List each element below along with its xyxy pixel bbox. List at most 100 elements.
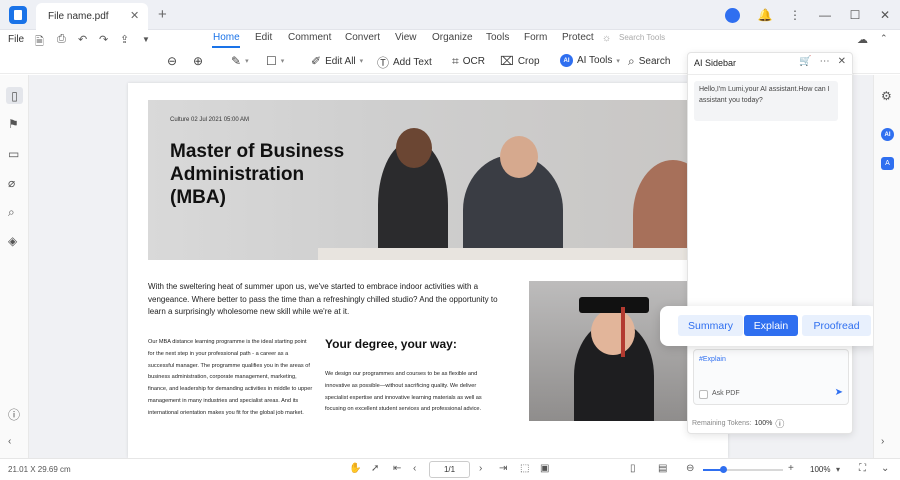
avatar[interactable]	[725, 7, 740, 23]
proofread-button[interactable]: Proofread	[802, 315, 871, 336]
remaining-tokens: Remaining Tokens: 100% ⓘ	[692, 417, 784, 430]
zoom-slider-handle[interactable]	[720, 466, 727, 473]
explain-button[interactable]: Explain	[744, 315, 798, 336]
ai-sidebar-panel: AI Sidebar 🛒 ⋯ ✕ Hello,I'm Lumi,your AI …	[687, 52, 854, 434]
help-icon[interactable]: ⓘ	[775, 417, 784, 430]
left-column-text: Our MBA distance learning programme is t…	[148, 339, 313, 416]
attachment-icon[interactable]: ⌀	[8, 176, 15, 190]
rectangle-icon: ☐	[266, 54, 277, 68]
first-page-icon[interactable]: ⇤	[393, 463, 401, 474]
send-icon[interactable]: ➤	[835, 387, 843, 398]
share-icon[interactable]: ⇪	[120, 33, 129, 46]
fit-page-icon[interactable]: ▣	[540, 463, 549, 474]
document-tab-label: File name.pdf	[48, 11, 109, 22]
translate-icon[interactable]: A	[881, 157, 894, 170]
highlight-button[interactable]: ✎ ▾	[231, 54, 249, 68]
page-number-input[interactable]: 1/1	[429, 461, 470, 478]
layers-icon[interactable]: ◈	[8, 234, 17, 248]
zoom-out-icon[interactable]: ⊖	[686, 463, 694, 474]
tab-organize[interactable]: Organize	[432, 32, 473, 43]
search-icon: ⌕	[628, 54, 635, 68]
edit-all-button[interactable]: ✐ Edit All ▾	[311, 54, 363, 68]
collapse-left-icon[interactable]: ‹	[8, 436, 11, 447]
document-tab[interactable]: File name.pdf ✕	[36, 3, 148, 30]
chevron-down-icon: ▾	[245, 58, 249, 65]
help-icon[interactable]: ⓘ	[8, 406, 20, 423]
maximize-icon[interactable]: ☐	[840, 8, 870, 22]
page-layout-icon[interactable]: ▯	[630, 463, 636, 474]
search-button[interactable]: ⌕ Search	[628, 54, 670, 69]
undo-icon[interactable]: ↶	[78, 33, 87, 46]
bookmark-icon[interactable]: ⚑	[8, 117, 19, 131]
title-bar: File name.pdf ✕ + 🔔 ⋮ — ☐ ✕	[0, 0, 900, 30]
divider	[688, 74, 854, 75]
left-sidebar: ▯ ⚑ ▭ ⌀ ⌕ ◈ ⓘ ‹	[0, 75, 29, 458]
redo-icon[interactable]: ↷	[99, 33, 108, 46]
ask-pdf-label: Ask PDF	[712, 390, 740, 397]
hand-tool-icon[interactable]: ✋	[349, 463, 361, 474]
more-options-icon[interactable]: ⋮	[780, 8, 810, 22]
zoom-in-icon[interactable]: +	[788, 463, 794, 474]
add-text-button[interactable]: Ⓣ Add Text	[377, 54, 432, 71]
article-title: Master of Business Administration (MBA)	[170, 141, 345, 208]
comment-icon[interactable]: ▭	[8, 147, 19, 161]
tab-form[interactable]: Form	[524, 32, 547, 43]
cloud-upload-icon[interactable]: ☁	[857, 33, 868, 46]
close-window-icon[interactable]: ✕	[870, 8, 900, 22]
zoom-out-button[interactable]: ⊖	[167, 54, 177, 68]
tab-view[interactable]: View	[395, 32, 417, 43]
tab-comment[interactable]: Comment	[288, 32, 331, 43]
last-page-icon[interactable]: ⇥	[499, 463, 507, 474]
close-tab-icon[interactable]: ✕	[130, 9, 139, 22]
previous-page-icon[interactable]: ‹	[413, 463, 416, 474]
woman-head	[396, 128, 432, 168]
minimize-icon[interactable]: —	[810, 8, 840, 22]
zoom-in-icon: ⊕	[193, 54, 204, 68]
tab-edit[interactable]: Edit	[255, 32, 272, 43]
ask-pdf-checkbox[interactable]	[699, 390, 708, 399]
app-logo	[9, 6, 27, 24]
search-panel-icon[interactable]: ⌕	[8, 205, 15, 220]
ai-sidebar-header-actions: 🛒 ⋯ ✕	[799, 56, 846, 67]
select-tool-icon[interactable]: ➚	[371, 463, 379, 474]
ai-tools-label: AI Tools	[577, 55, 613, 66]
page-dimensions: 21.01 X 29.69 cm	[8, 465, 71, 474]
zoom-in-button[interactable]: ⊕	[193, 54, 203, 68]
remaining-tokens-value: 100%	[754, 420, 773, 427]
new-tab-icon[interactable]: +	[158, 6, 167, 23]
crop-button[interactable]: ⌧ Crop	[500, 54, 540, 68]
ai-tools-button[interactable]: AI AI Tools ▾	[560, 54, 620, 67]
properties-sliders-icon[interactable]: ⚙	[881, 89, 892, 103]
shape-button[interactable]: ☐ ▾	[266, 54, 284, 68]
fullscreen-icon[interactable]: ⛶	[859, 463, 866, 474]
print-icon[interactable]: ⎙	[57, 33, 66, 46]
page-display-icon[interactable]: ▤	[658, 463, 667, 474]
zoom-dropdown-icon[interactable]: ▾	[836, 465, 840, 474]
collapse-ribbon-icon[interactable]: ⌃	[880, 33, 888, 44]
ai-assistant-icon[interactable]: AI	[881, 128, 894, 141]
collapse-statusbar-icon[interactable]: ⌄	[881, 463, 889, 474]
file-menu[interactable]: File	[8, 34, 24, 45]
search-tools-input[interactable]: Search Tools	[619, 33, 665, 42]
next-page-icon[interactable]: ›	[479, 463, 482, 474]
quick-access-dropdown-icon[interactable]: ▼	[142, 35, 150, 44]
notification-bell-icon[interactable]: 🔔	[750, 8, 780, 22]
ocr-button[interactable]: ⌗ OCR	[452, 54, 485, 69]
tab-home[interactable]: Home	[213, 32, 240, 43]
zoom-level[interactable]: 100%	[810, 465, 830, 474]
close-icon[interactable]: ✕	[838, 56, 846, 67]
cap-tassel	[621, 307, 625, 357]
cart-icon[interactable]: 🛒	[799, 56, 811, 67]
page-thumbnails-icon[interactable]: ▯	[6, 87, 23, 104]
fit-width-icon[interactable]: ⬚	[520, 463, 529, 474]
article-meta: Culture 02 Jul 2021 05:00 AM	[170, 117, 250, 123]
graduation-cap	[579, 297, 649, 313]
ai-chat-input[interactable]: #Explain Ask PDF ➤	[693, 349, 849, 405]
more-options-icon[interactable]: ⋯	[820, 56, 830, 67]
tab-protect[interactable]: Protect	[562, 32, 594, 43]
tab-tools[interactable]: Tools	[486, 32, 509, 43]
collapse-right-icon[interactable]: ›	[881, 436, 884, 447]
graduate-head	[591, 309, 635, 355]
tab-convert[interactable]: Convert	[345, 32, 380, 43]
summary-button[interactable]: Summary	[678, 315, 743, 336]
